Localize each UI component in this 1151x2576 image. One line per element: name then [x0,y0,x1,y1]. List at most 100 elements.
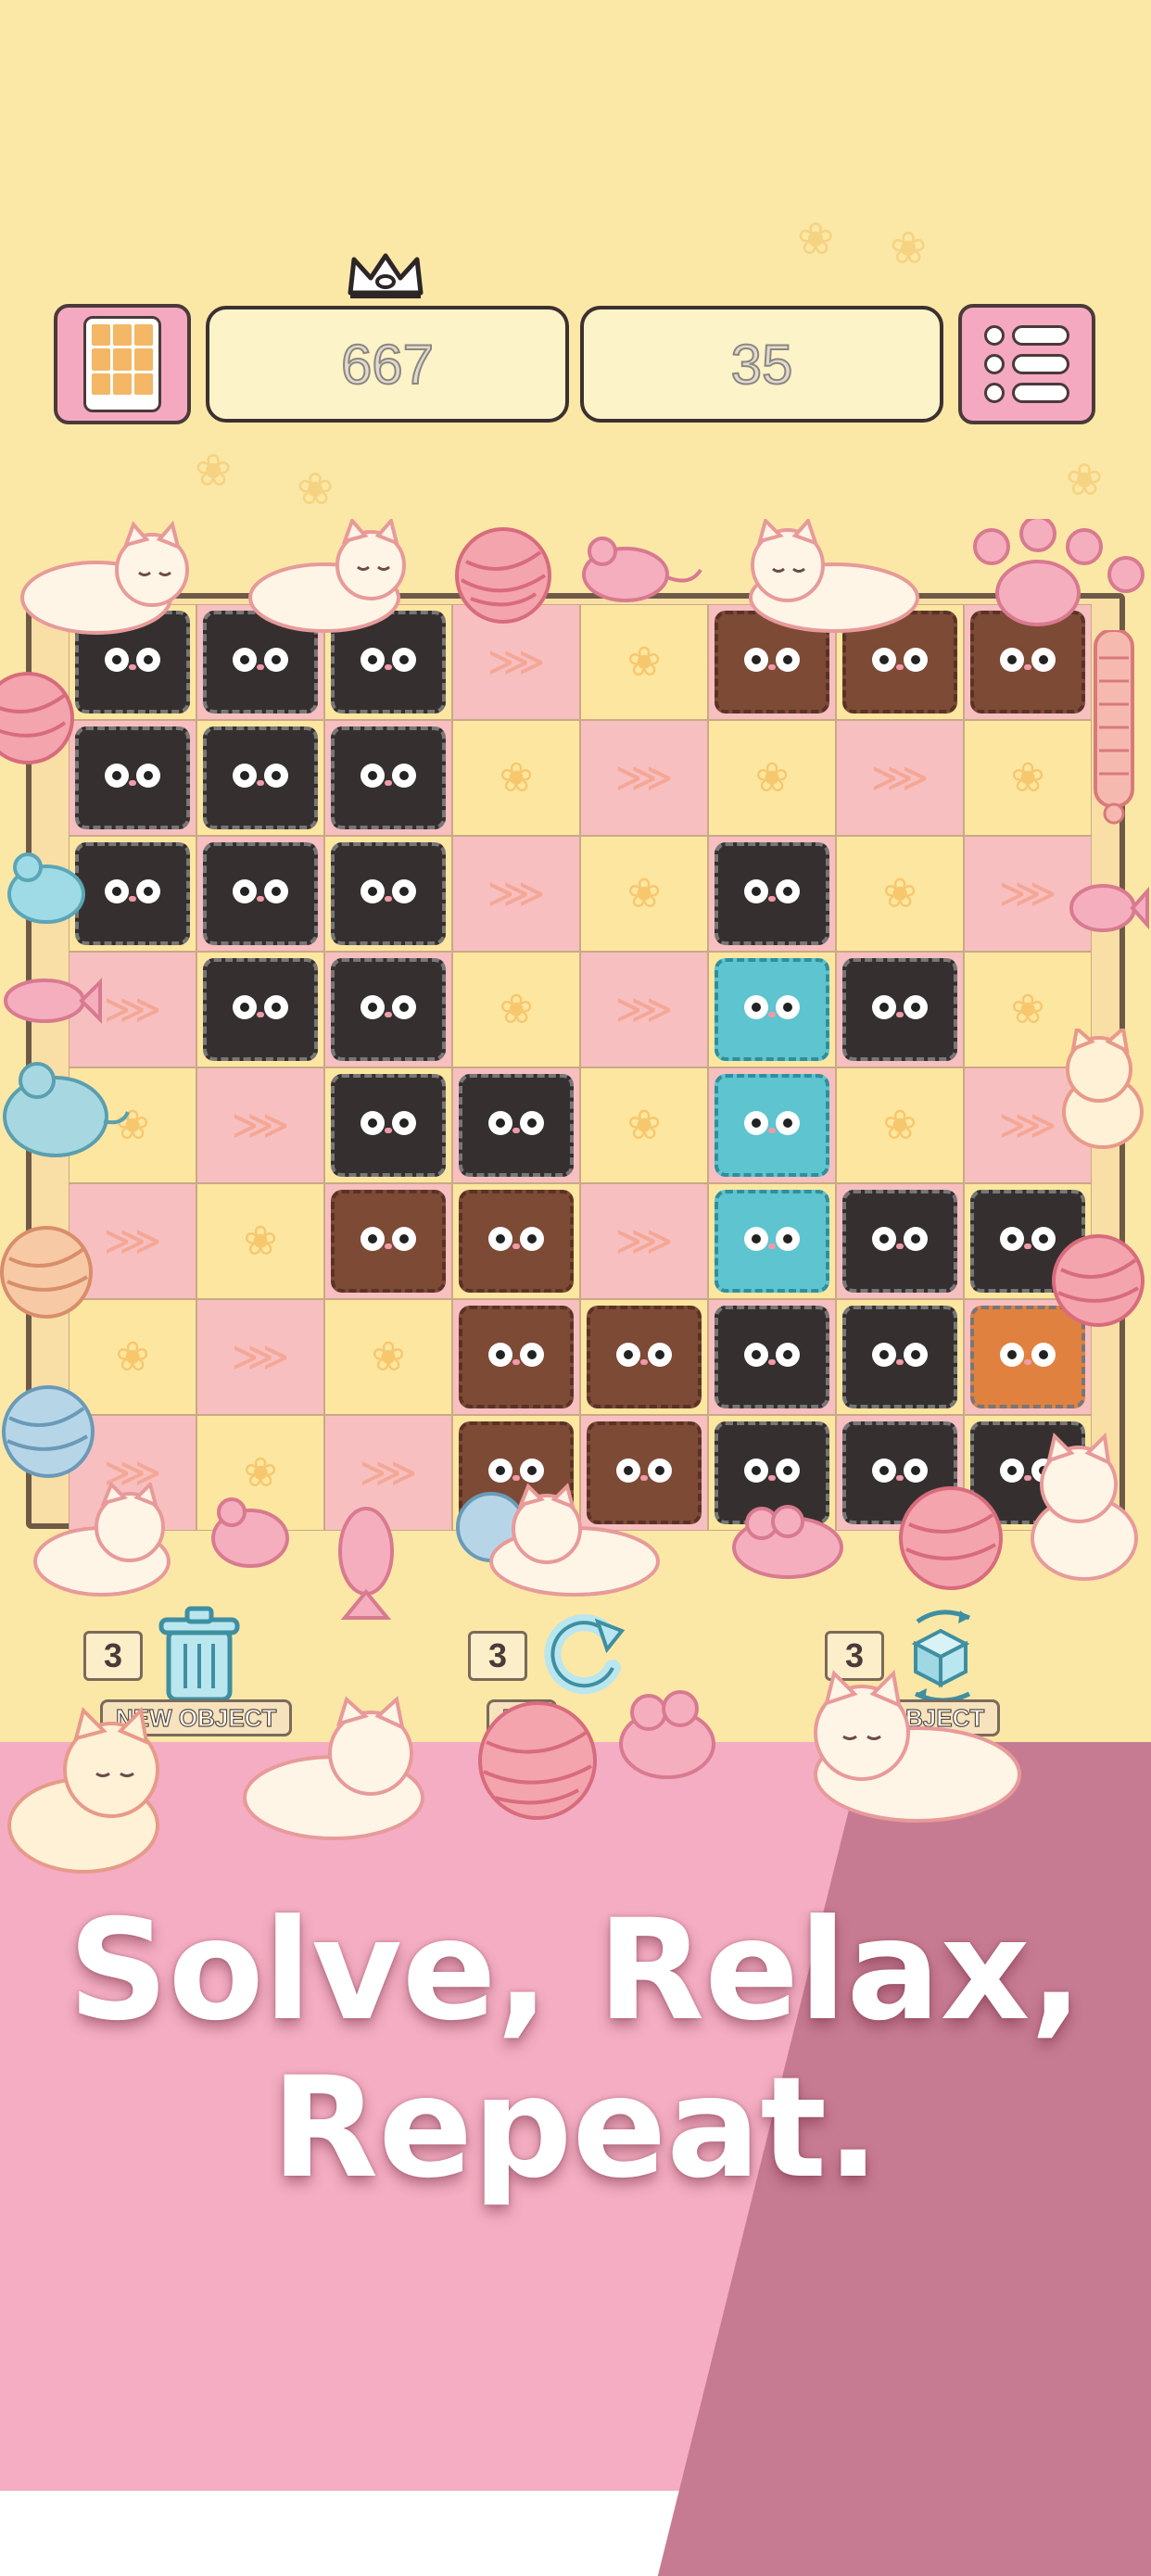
toy-mouse-icon [211,1497,289,1568]
toy-mouse-icon [732,1505,843,1579]
board-cell[interactable]: ❀ [836,1299,964,1415]
board-cell[interactable]: ❀ [836,1067,964,1183]
best-score-display: 667 [206,306,569,423]
toy-mouse-icon [619,1690,715,1779]
sleeping-cat-icon [456,1483,660,1597]
cat-face-icon [348,737,429,808]
cat-face-icon [348,968,429,1040]
board-cell[interactable]: ⋙ [324,720,452,836]
board-cell[interactable]: ❀ [196,952,324,1067]
paw-print-icon: ❀ [797,213,835,265]
board-cell[interactable]: ❀ [964,720,1092,836]
cat-face-icon [859,1200,941,1271]
game-board[interactable]: ❀⋙❀⋙❀⋙❀⋙⋙❀⋙❀⋙❀⋙❀❀⋙❀⋙❀⋙❀⋙⋙❀⋙❀⋙❀⋙❀❀⋙❀⋙❀⋙❀⋙… [69,604,1092,1531]
board-cell[interactable]: ❀ [708,952,836,1067]
trash-can-icon [158,1606,240,1702]
lying-cat-icon [33,1483,171,1597]
fish-bone-icon: ⋙ [359,1449,418,1496]
fish-bone-icon: ⋙ [231,1102,290,1149]
board-cell[interactable]: ❀ [708,1183,836,1299]
current-score-display: 35 [580,306,943,423]
cat-face-icon [859,968,941,1040]
cat-face-icon [92,737,173,808]
paw-print-icon: ❀ [882,1102,917,1149]
menu-list-icon [984,325,1069,403]
cat-face-icon [731,1432,813,1503]
paw-print-icon: ❀ [754,754,790,802]
yarn-ball-icon [899,1486,1003,1590]
paw-print-icon: ❀ [1010,986,1045,1033]
crown-icon [348,253,424,298]
board-cell[interactable]: ⋙ [708,836,836,952]
board-cell[interactable]: ⋙ [324,1183,452,1299]
board-cell[interactable]: ⋙ [580,720,708,836]
cat-face-icon [475,1084,557,1155]
paw-print-icon [973,519,1145,626]
brown-cat-block [587,1306,702,1408]
board-cell[interactable]: ⋙ [196,836,324,952]
paw-print-icon: ❀ [499,986,534,1033]
yarn-ball-icon [0,1226,93,1319]
board-cell[interactable]: ⋙ [196,1067,324,1183]
fish-bone-icon: ⋙ [870,754,930,802]
paw-print-icon: ❀ [195,445,233,497]
yarn-ball-icon [2,1385,95,1478]
board-cell[interactable]: ⋙ [196,1299,324,1415]
board-cell[interactable]: ⋙ [580,952,708,1067]
fish-toy-icon [338,1507,394,1620]
board-cell[interactable]: ❀ [452,1183,580,1299]
paw-print-icon: ❀ [882,870,917,917]
board-cell[interactable]: ❀ [580,604,708,720]
fish-bone-icon: ⋙ [103,1218,162,1265]
cat-face-icon [731,1316,813,1387]
lying-cat-icon [248,519,406,633]
levels-button[interactable] [54,304,191,424]
board-cell[interactable]: ❀ [196,1183,324,1299]
yarn-ball-icon [455,527,551,624]
board-cell[interactable]: ⋙ [324,952,452,1067]
black-cat-block [715,842,829,945]
board-cell[interactable]: ❀ [836,836,964,952]
board-cell[interactable]: ❀ [324,1067,452,1183]
board-cell[interactable]: ⋙ [836,1183,964,1299]
cat-face-icon [987,1316,1069,1387]
board-cell[interactable]: ⋙ [708,1067,836,1183]
cat-face-icon [731,1200,813,1271]
menu-button[interactable] [958,304,1095,424]
board-cell[interactable]: ❀ [708,720,836,836]
cat-face-icon [731,621,813,692]
cat-face-icon [475,1200,557,1271]
board-cell[interactable]: ⋙ [452,1067,580,1183]
sleeping-cat-icon [20,520,189,635]
board-cell[interactable]: ⋙ [836,720,964,836]
cat-face-icon [348,1200,429,1271]
board-cell[interactable]: ❀ [452,952,580,1067]
paw-print-icon: ❀ [890,222,928,274]
board-cell[interactable]: ⋙ [69,720,196,836]
board-cell[interactable]: ⋙ [708,1299,836,1415]
tablet-grid-icon [83,316,161,412]
paw-print-icon: ❀ [243,1218,278,1265]
board-cell[interactable]: ❀ [452,720,580,836]
cat-face-icon [92,852,173,924]
board-cell[interactable]: ❀ [580,836,708,952]
paw-print-icon: ❀ [371,1333,406,1381]
cat-face-icon [220,968,301,1040]
paw-print-icon: ❀ [626,1102,662,1149]
board-cell[interactable]: ❀ [324,1299,452,1415]
brown-cat-block [459,1190,574,1293]
board-cell[interactable]: ⋙ [836,952,964,1067]
board-cell[interactable]: ❀ [196,720,324,836]
cat-face-icon [220,852,301,924]
board-cell[interactable]: ❀ [580,1299,708,1415]
paw-print-icon: ❀ [626,638,662,686]
paw-print-icon: ❀ [1066,454,1104,506]
cat-face-icon [475,1316,557,1387]
board-cell[interactable]: ⋙ [452,836,580,952]
board-cell[interactable]: ⋙ [580,1183,708,1299]
headline-line-2: Repeat. [271,2048,880,2209]
teal-cat-block [715,1190,829,1293]
board-cell[interactable]: ❀ [580,1067,708,1183]
board-cell[interactable]: ❀ [324,836,452,952]
board-cell[interactable]: ⋙ [452,1299,580,1415]
